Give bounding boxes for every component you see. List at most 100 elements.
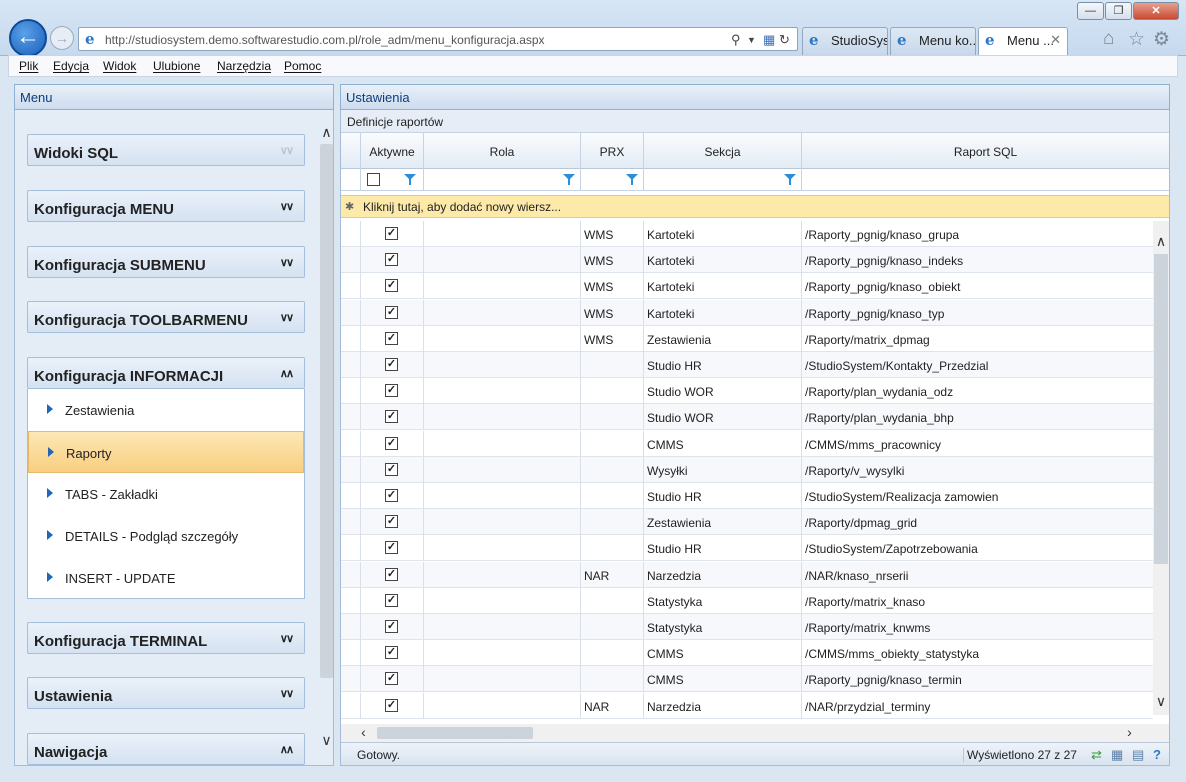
minimize-button[interactable]: — [1077,2,1104,20]
cell-raport-sql[interactable]: /StudioSystem/Kontakty_Przedzial [802,352,1153,378]
export-icon[interactable]: ▦ [1111,747,1123,763]
cell-prx[interactable] [581,509,644,536]
help-icon[interactable]: ? [1153,747,1161,762]
address-bar[interactable]: e http://studiosystem.demo.softwarestudi… [78,27,798,51]
table-row[interactable]: ✓ CMMS/CMMS/mms_pracownicy [341,430,1153,457]
close-tab-icon[interactable]: ✕ [1050,32,1061,48]
table-row[interactable]: ✓ Statystyka/Raporty/matrix_knwms [341,614,1153,640]
active-checkbox[interactable]: ✓ [385,305,398,319]
cell-aktywne[interactable]: ✓ [361,378,424,405]
cell-sekcja[interactable]: Kartoteki [644,273,802,300]
cell-rola[interactable] [424,247,581,274]
cell-prx[interactable] [581,535,644,562]
cell-rola[interactable] [424,587,581,614]
cell-prx[interactable] [581,456,644,483]
cell-aktywne[interactable]: ✓ [361,299,424,326]
cell-rola[interactable] [424,483,581,509]
cell-aktywne[interactable]: ✓ [361,666,424,693]
row-indicator[interactable] [341,483,361,509]
active-checkbox[interactable]: ✓ [385,358,398,371]
column-header-rola[interactable]: Rola [424,133,581,169]
section-widoki-sql[interactable]: Widoki SQL ∨∨ [27,134,305,166]
menu-narzedzia[interactable]: Narzędzia [217,59,271,73]
cell-aktywne[interactable]: ✓ [361,535,424,562]
tab-menu-konfiguracja[interactable]: e Menu ko... [890,27,976,55]
nav-item-insert-update[interactable]: INSERT - UPDATE [28,557,304,599]
table-row[interactable]: ✓ WMS Kartoteki/Raporty_pgnig/knaso_obiekt [341,273,1153,300]
cell-raport-sql[interactable]: /Raporty/matrix_dpmag [802,326,1153,352]
cell-raport-sql[interactable]: /Raporty/plan_wydania_bhp [802,404,1153,430]
active-checkbox[interactable]: ✓ [385,620,398,633]
table-row[interactable]: ✓ WMS Kartoteki/Raporty_pgnig/knaso_typ [341,299,1153,326]
active-checkbox[interactable]: ✓ [385,331,398,345]
row-indicator[interactable] [341,692,361,719]
cell-raport-sql[interactable]: /Raporty/v_wysylki [802,457,1153,483]
menu-ulubione[interactable]: Ulubione [153,59,200,73]
cell-rola[interactable] [424,404,581,431]
favorites-star-icon[interactable]: ☆ [1128,28,1145,51]
table-row[interactable]: ✓ Statystyka/Raporty/matrix_knaso [341,587,1153,614]
cell-rola[interactable] [424,378,581,405]
cell-aktywne[interactable]: ✓ [361,325,424,352]
filter-icon[interactable] [404,174,416,185]
row-indicator[interactable] [341,456,361,483]
cell-sekcja[interactable]: Studio HR [644,535,802,562]
url-text[interactable]: http://studiosystem.demo.softwarestudio.… [105,33,545,47]
filter-icon[interactable] [626,174,638,185]
table-row[interactable]: ✓ Studio WOR/Raporty/plan_wydania_bhp [341,404,1153,431]
cell-rola[interactable] [424,430,581,457]
column-header-sekcja[interactable]: Sekcja [644,133,802,169]
active-checkbox[interactable]: ✓ [385,593,398,607]
cell-aktywne[interactable]: ✓ [361,614,424,640]
cell-raport-sql[interactable]: /Raporty_pgnig/knaso_termin [802,666,1153,692]
section-konfiguracja-informacji[interactable]: Konfiguracja INFORMACJI ∧∧ [27,357,305,389]
cell-sekcja[interactable]: Statystyka [644,587,802,614]
column-header-raport-sql[interactable]: Raport SQL [802,133,1169,169]
grid-vertical-scrollbar[interactable]: ∧ ∨ [1153,221,1169,715]
section-konfiguracja-submenu[interactable]: Konfiguracja SUBMENU ∨∨ [27,246,305,278]
scroll-right-icon[interactable]: › [1121,724,1138,740]
cell-aktywne[interactable]: ✓ [361,561,424,588]
cell-sekcja[interactable]: Studio HR [644,352,802,378]
cell-aktywne[interactable]: ✓ [361,456,424,483]
menu-widok[interactable]: Widok [103,59,136,73]
active-checkbox[interactable]: ✓ [385,567,398,581]
forward-button[interactable]: → [50,26,74,50]
cell-aktywne[interactable]: ✓ [361,509,424,536]
cell-aktywne[interactable]: ✓ [361,352,424,378]
refresh-icon[interactable]: ⇄ [1091,747,1102,763]
cell-sekcja[interactable]: Narzedzia [644,561,802,588]
cell-prx[interactable] [581,430,644,457]
cell-sekcja[interactable]: Studio HR [644,483,802,509]
filter-sekcja[interactable] [644,169,802,191]
table-row[interactable]: ✓ Studio HR/StudioSystem/Kontakty_Przedzi… [341,352,1153,378]
cell-sekcja[interactable]: Kartoteki [644,299,802,326]
cell-sekcja[interactable]: Zestawienia [644,325,802,352]
table-row[interactable]: ✓ NAR Narzedzia/NAR/przydzial_terminy [341,692,1153,719]
table-row[interactable]: ✓ WMS Kartoteki/Raporty_pgnig/knaso_grupa [341,221,1153,247]
cell-prx[interactable]: WMS [581,299,644,326]
row-indicator[interactable] [341,352,361,378]
active-checkbox[interactable]: ✓ [385,672,398,686]
cell-raport-sql[interactable]: /Raporty/dpmag_grid [802,509,1153,535]
cell-prx[interactable] [581,483,644,509]
tab-menu-active[interactable]: e Menu ... ✕ [978,27,1068,57]
cell-sekcja[interactable]: CMMS [644,666,802,693]
cell-raport-sql[interactable]: /Raporty_pgnig/knaso_indeks [802,247,1153,273]
active-checkbox[interactable]: ✓ [385,515,398,529]
nav-item-raporty[interactable]: Raporty [28,431,304,473]
table-row[interactable]: ✓ Studio HR/StudioSystem/Realizacja zamow… [341,483,1153,509]
section-ustawienia[interactable]: Ustawienia ∨∨ [27,677,305,709]
section-konfiguracja-menu[interactable]: Konfiguracja MENU ∨∨ [27,190,305,222]
menu-edycja[interactable]: Edycja [53,59,89,73]
cell-raport-sql[interactable]: /Raporty_pgnig/knaso_grupa [802,221,1153,247]
cell-prx[interactable] [581,404,644,431]
cell-sekcja[interactable]: CMMS [644,430,802,457]
table-row[interactable]: ✓ WMS Zestawienia/Raporty/matrix_dpmag [341,325,1153,352]
cell-raport-sql[interactable]: /Raporty/matrix_knaso [802,588,1153,614]
cell-prx[interactable] [581,587,644,614]
table-row[interactable]: ✓ NAR Narzedzia/NAR/knaso_nrserii [341,561,1153,588]
cell-rola[interactable] [424,640,581,667]
cell-sekcja[interactable]: Statystyka [644,614,802,640]
cell-raport-sql[interactable]: /Raporty_pgnig/knaso_obiekt [802,273,1153,299]
